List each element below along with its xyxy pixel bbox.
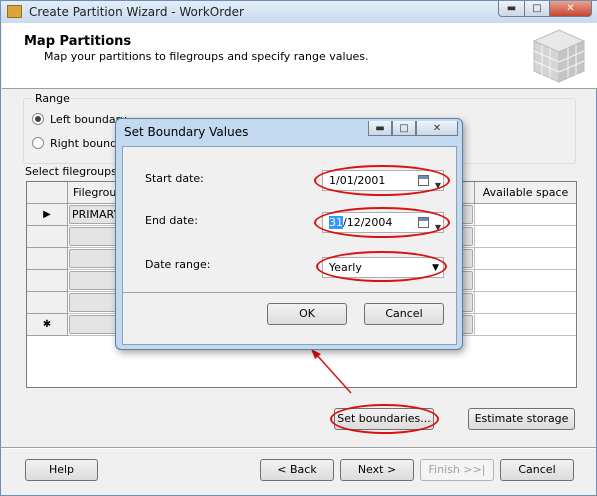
annotation-ring	[330, 404, 439, 434]
available-space-cell	[475, 292, 576, 314]
right-boundary-radio[interactable]	[32, 137, 44, 149]
wizard-header: Map Partitions Map your partitions to fi…	[2, 23, 597, 89]
row-selector[interactable]	[27, 292, 68, 314]
window-title: Create Partition Wizard - WorkOrder	[29, 5, 244, 19]
available-space-column-header[interactable]: Available space	[475, 182, 576, 204]
dialog-close-button[interactable]: ✕	[416, 121, 458, 136]
cancel-button[interactable]: Cancel	[500, 459, 574, 481]
footer-separator	[1, 447, 596, 449]
close-button[interactable]: ✕	[549, 1, 592, 17]
available-space-cell	[475, 204, 576, 226]
grid-corner-header	[27, 182, 68, 204]
new-row-selector[interactable]: ✱	[27, 314, 68, 336]
available-space-cell	[475, 226, 576, 248]
start-date-label: Start date:	[145, 172, 204, 185]
row-selector[interactable]	[27, 270, 68, 292]
title-bar[interactable]: Create Partition Wizard - WorkOrder ▬ □ …	[1, 1, 597, 23]
dialog-separator	[123, 292, 456, 293]
available-space-cell	[475, 314, 576, 336]
range-group-label: Range	[32, 92, 73, 105]
page-title: Map Partitions	[24, 34, 132, 49]
annotation-ring	[314, 207, 450, 238]
annotation-ring	[314, 165, 450, 196]
dialog-cancel-button[interactable]: Cancel	[364, 303, 444, 325]
annotation-ring	[316, 251, 447, 282]
end-date-label: End date:	[145, 214, 198, 227]
minimize-button[interactable]: ▬	[498, 1, 525, 17]
dialog-title: Set Boundary Values	[124, 125, 249, 139]
help-button[interactable]: Help	[25, 459, 98, 481]
date-range-label: Date range:	[145, 258, 211, 271]
annotation-arrow	[311, 349, 352, 394]
wizard-app-icon	[7, 5, 22, 18]
row-selector[interactable]	[27, 248, 68, 270]
partition-cube-icon	[532, 29, 586, 83]
row-selector[interactable]	[27, 226, 68, 248]
left-boundary-radio[interactable]	[32, 113, 44, 125]
back-button[interactable]: < Back	[260, 459, 334, 481]
dialog-maximize-button[interactable]: □	[392, 121, 416, 136]
row-selector[interactable]: ▶	[27, 204, 68, 226]
maximize-button[interactable]: □	[524, 1, 550, 17]
next-button[interactable]: Next >	[340, 459, 414, 481]
page-subtitle: Map your partitions to filegroups and sp…	[44, 50, 369, 63]
finish-button[interactable]: Finish >>|	[420, 459, 494, 481]
ok-button[interactable]: OK	[267, 303, 347, 325]
available-space-cell	[475, 248, 576, 270]
set-boundary-values-dialog: Set Boundary Values ▬ □ ✕ Start date: 1/…	[115, 118, 463, 350]
dialog-minimize-button[interactable]: ▬	[368, 121, 392, 136]
dialog-body: Start date: 1/01/2001 ▼ End date: 31/12/…	[122, 146, 457, 345]
available-space-cell	[475, 270, 576, 292]
estimate-storage-button[interactable]: Estimate storage	[468, 408, 575, 430]
